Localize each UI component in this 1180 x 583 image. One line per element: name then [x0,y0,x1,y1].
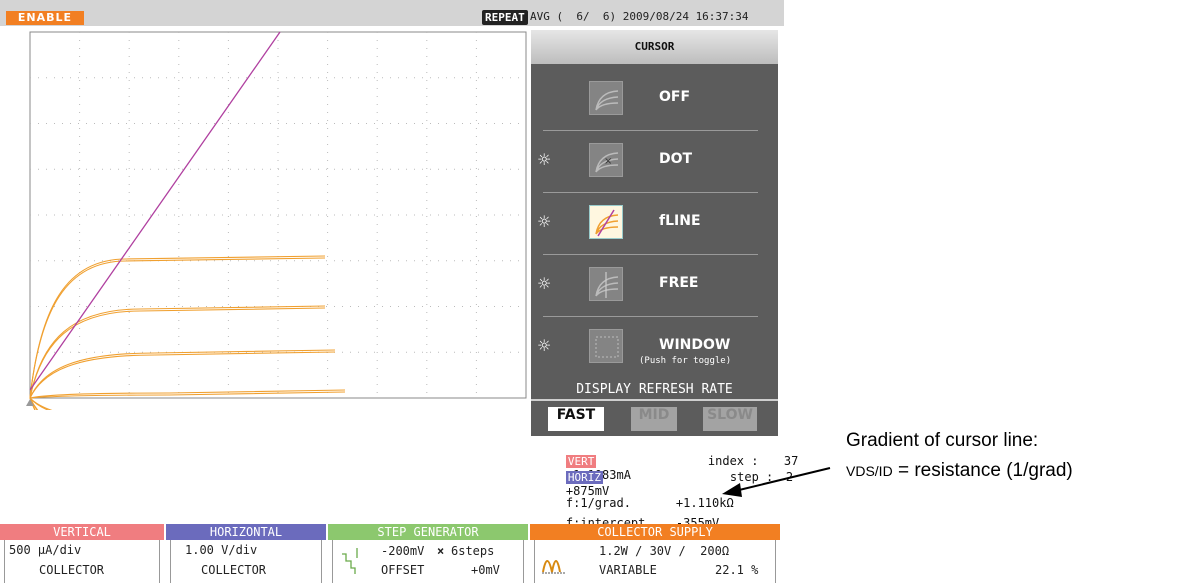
collector-mode: VARIABLE [599,563,657,577]
curve-free-icon [589,267,623,301]
annotation-vds-id: VDS/ID [846,463,893,479]
characteristic-curve [29,397,53,410]
refresh-rate-panel: DISPLAY REFRESH RATE FAST MID SLOW [531,380,778,436]
collector-waveform-icon [542,560,565,574]
cursor-option-fline[interactable]: ☼ fLINE [531,192,778,252]
curve-fline-icon [589,205,623,239]
collector-supply-panel[interactable]: COLLECTOR SUPPLY 1.2W / 30V / 200Ω VARIA… [530,524,780,583]
horizontal-panel[interactable]: HORIZONTAL 1.00 V/div COLLECTOR [166,524,326,583]
divider [531,399,778,401]
cursor-option-off[interactable]: OFF [531,68,778,128]
curve-family-icon [589,81,623,115]
cursor-option-label: FREE [659,275,699,291]
characteristic-curve [29,397,38,410]
characteristic-curve [29,397,36,410]
vertical-panel[interactable]: VERTICAL 500 μA/div COLLECTOR [0,524,164,583]
steps-count: 6steps [451,544,495,558]
brightness-icon[interactable]: ☼ [537,212,557,232]
annotation-title: Gradient of cursor line: [846,430,1039,451]
staircase-icon [342,548,358,574]
window-icon [589,329,623,363]
horizontal-scale: 1.00 V/div [185,543,258,557]
annotation-formula: VDS/ID = resistance (1/grad) [846,460,1073,482]
refresh-fast-button[interactable]: FAST [548,407,604,431]
characteristic-curve [29,389,346,399]
cursor-option-window[interactable]: ☼ WINDOW (Push for toggle) [531,316,778,376]
characteristic-curve [29,257,326,399]
cursor-option-label: fLINE [659,213,701,229]
repeat-badge: REPEAT [482,10,528,25]
cursor-menu: CURSOR OFF ☼ × DOT ☼ fLINE ☼ FREE ☼ WIND… [531,30,778,380]
plot-area [0,26,531,410]
refresh-rate-title: DISPLAY REFRESH RATE [576,382,733,397]
status-text: AVG ( 6/ 6) 2009/08/24 16:37:34 [530,10,749,23]
characteristic-curve [29,397,36,410]
cursor-option-label: OFF [659,89,691,105]
step-value: -200mV [381,544,425,558]
cursor-option-sublabel: (Push for toggle) [639,356,732,366]
cursor-option-label: DOT [659,151,693,167]
cursor-line [29,31,281,391]
cursor-option-free[interactable]: ☼ FREE [531,254,778,314]
cursor-readout: VERT +1.1083mA index : 37 HORIZ +875mV s… [531,436,798,530]
brightness-icon[interactable]: ☼ [537,336,557,356]
brightness-icon[interactable]: ☼ [537,150,557,170]
characteristic-curve [29,397,39,410]
offset-label: OFFSET [381,563,425,577]
annotation-resistance: = resistance (1/grad) [892,460,1073,481]
cursor-option-dot[interactable]: ☼ × DOT [531,130,778,190]
times-symbol: × [437,544,445,558]
offset-value: +0mV [471,563,500,577]
vertical-scale: 500 μA/div [9,543,82,557]
characteristic-curve [29,397,50,410]
curve-plot [26,31,527,410]
horizontal-source: COLLECTOR [201,563,267,577]
characteristic-curve [29,305,326,399]
refresh-mid-button[interactable]: MID [631,407,677,431]
cursor-menu-title: CURSOR [531,30,778,64]
step-generator-title: STEP GENERATOR [328,524,528,540]
cursor-option-label: WINDOW [659,337,731,353]
vertical-source: COLLECTOR [39,563,105,577]
collector-supply-title: COLLECTOR SUPPLY [530,524,780,540]
brightness-icon[interactable]: ☼ [537,274,557,294]
step-value: 2 [785,470,794,484]
step-generator-panel[interactable]: STEP GENERATOR -200mV × 6steps OFFSET +0… [328,524,528,583]
collector-percent: 22.1 % [715,563,759,577]
svg-text:×: × [604,156,612,167]
horizontal-title: HORIZONTAL [166,524,326,540]
refresh-slow-button[interactable]: SLOW [703,407,757,431]
curve-dot-icon: × [589,143,623,177]
vertical-title: VERTICAL [0,524,164,540]
collector-ratings: 1.2W / 30V / 200Ω [599,544,730,558]
status-bar: ENABLE REPEAT AVG ( 6/ 6) 2009/08/24 16:… [0,0,784,26]
enable-badge: ENABLE [6,11,84,25]
